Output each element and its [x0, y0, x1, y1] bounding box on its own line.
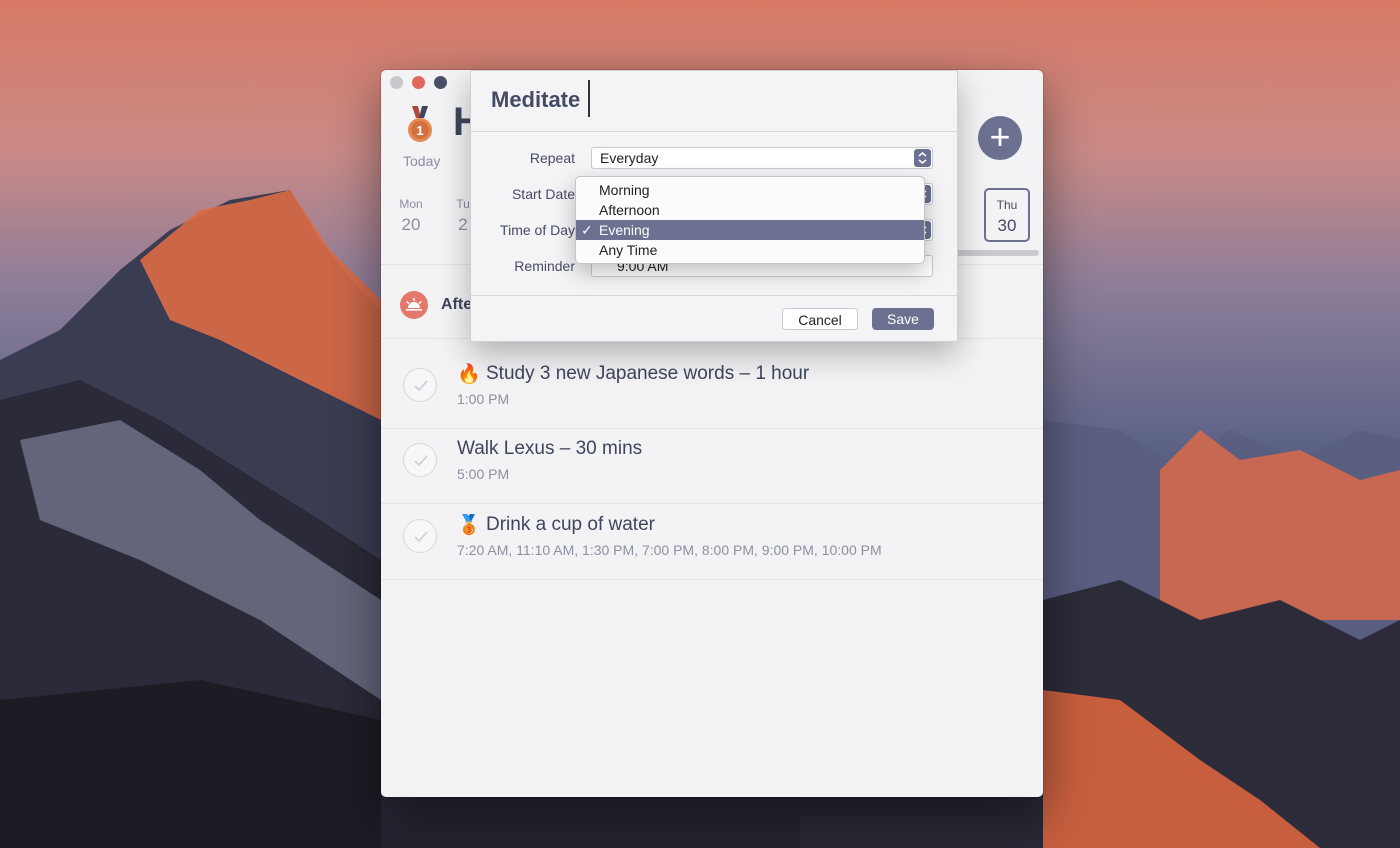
checkmark-icon: ✓	[581, 222, 593, 238]
svg-text:1: 1	[416, 123, 423, 138]
stepper-icon	[914, 149, 931, 167]
day-name: Thu	[996, 198, 1018, 212]
bronze-medal-icon: 🥉	[457, 515, 481, 536]
fire-icon: 🔥	[457, 364, 481, 385]
time-of-day-menu: Morning Afternoon ✓ Evening Any Time	[575, 176, 925, 264]
medal-icon: 1	[408, 106, 432, 142]
today-label[interactable]: Today	[403, 153, 440, 169]
repeat-label: Repeat	[529, 150, 575, 166]
task-title: Study 3 new Japanese words – 1 hour	[486, 363, 810, 384]
menu-item-label: Evening	[599, 222, 650, 238]
list-item[interactable]: 🔥 Study 3 new Japanese words – 1 hour 1:…	[381, 362, 1043, 437]
save-button[interactable]: Save	[872, 308, 934, 330]
checkmark-icon	[414, 380, 428, 392]
divider	[471, 131, 957, 132]
reminder-label: Reminder	[514, 258, 575, 274]
task-time: 7:20 AM, 11:10 AM, 1:30 PM, 7:00 PM, 8:0…	[457, 542, 882, 558]
window-minimize-button[interactable]	[412, 76, 425, 89]
divider	[381, 503, 1043, 504]
menu-item-evening[interactable]: ✓ Evening	[576, 220, 924, 240]
habit-name-input[interactable]: Meditate	[491, 87, 580, 113]
checkmark-icon	[414, 455, 428, 467]
section-label: Afte	[441, 296, 471, 313]
cancel-button[interactable]: Cancel	[782, 308, 858, 330]
window-zoom-button[interactable]	[434, 76, 447, 89]
task-title: Drink a cup of water	[486, 514, 655, 535]
menu-item-any-time[interactable]: Any Time	[576, 240, 924, 260]
menu-item-morning[interactable]: Morning	[576, 180, 924, 200]
text-cursor	[588, 80, 590, 117]
window-close-button[interactable]	[390, 76, 403, 89]
divider	[471, 295, 957, 296]
add-habit-button[interactable]: +	[978, 116, 1022, 160]
sunset-icon	[400, 291, 428, 319]
checkmark-icon	[414, 531, 428, 543]
task-time: 1:00 PM	[457, 391, 510, 407]
day-name: Mon	[399, 197, 423, 211]
divider	[381, 579, 1043, 580]
day-number: 30	[997, 216, 1017, 235]
complete-checkbox[interactable]	[403, 443, 437, 477]
list-item[interactable]: 🥉 Drink a cup of water 7:20 AM, 11:10 AM…	[381, 513, 1043, 588]
repeat-value: Everyday	[600, 150, 659, 166]
task-title: Walk Lexus – 30 mins	[457, 438, 643, 459]
complete-checkbox[interactable]	[403, 519, 437, 553]
day-thu-selected[interactable]: Thu 30	[984, 188, 1030, 242]
complete-checkbox[interactable]	[403, 368, 437, 402]
task-time: 5:00 PM	[457, 466, 510, 482]
divider	[381, 428, 1043, 429]
time-of-day-label: Time of Day	[500, 222, 575, 238]
day-number: 20	[401, 215, 421, 234]
week-scroll-bar[interactable]	[951, 250, 1039, 256]
menu-item-afternoon[interactable]: Afternoon	[576, 200, 924, 220]
start-date-label: Start Date	[511, 186, 575, 202]
repeat-select[interactable]: Everyday	[591, 147, 933, 169]
day-mon[interactable]: Mon 20	[393, 197, 429, 235]
list-item[interactable]: Walk Lexus – 30 mins 5:00 PM	[381, 437, 1043, 512]
